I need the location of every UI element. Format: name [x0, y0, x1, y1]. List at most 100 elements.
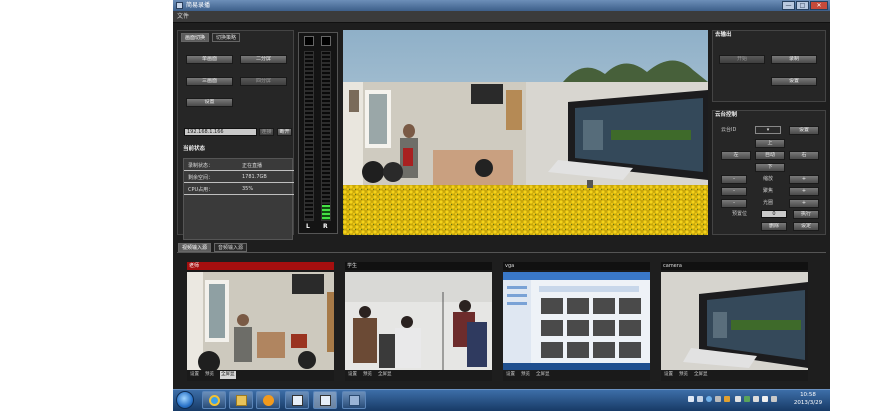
triple-view-button[interactable]: 三画面 [186, 77, 233, 86]
ptz-up-button[interactable]: 上 [755, 139, 785, 148]
window-icon[interactable] [313, 391, 337, 409]
ip-address-input[interactable]: 192.168.1.166 [184, 128, 257, 136]
meter-cap-right [321, 36, 331, 46]
ptz-set-button[interactable]: 设置 [789, 126, 819, 135]
iris-minus-button[interactable]: - [721, 199, 747, 208]
status-title: 当前状态 [183, 146, 206, 152]
meter-cap-left [304, 36, 314, 46]
zoom-plus-button[interactable]: + [789, 175, 819, 184]
source-preview-link[interactable]: 预览 [363, 371, 372, 379]
maximize-button[interactable]: □ [796, 1, 809, 10]
tab-strategy[interactable]: 切换策略 [212, 33, 241, 42]
status-row-record: 录制状态： 正在直播 [184, 159, 294, 171]
source-fullscreen-link[interactable]: 全屏显 [536, 371, 550, 379]
ptz-title: 云台控制 [715, 112, 738, 118]
ptz-auto-button[interactable]: 自动 [755, 151, 785, 160]
app-icon[interactable] [342, 391, 366, 409]
ptz-id-label: 云台ID [721, 127, 737, 133]
single-view-button[interactable]: 单画面 [186, 55, 233, 64]
ptz-right-button[interactable]: 右 [789, 151, 819, 160]
preset-label: 预置位 [732, 211, 748, 217]
source-teacher[interactable]: 老师 设置 预览 全屏显 [187, 262, 334, 381]
tray-icon[interactable] [744, 396, 750, 402]
ptz-id-select[interactable]: ▾ [755, 126, 781, 134]
iris-label: 光圈 [763, 200, 774, 206]
ie-icon[interactable] [202, 391, 226, 409]
tab-layout[interactable]: 画面切换 [181, 33, 210, 42]
bottom-divider [177, 252, 826, 253]
help-icon[interactable] [706, 396, 712, 402]
video-frame-image [343, 30, 708, 235]
focus-minus-button[interactable]: - [721, 187, 747, 196]
record-button[interactable]: 录制 [771, 55, 817, 64]
output-panel: 去输出 开始 录制 设置 [712, 30, 826, 102]
output-title: 去输出 [715, 32, 732, 38]
dual-view-button[interactable]: 二分屏 [240, 55, 287, 64]
source-preview-link[interactable]: 预览 [205, 371, 214, 379]
zoom-label: 缩放 [763, 176, 774, 182]
source-fullscreen-link[interactable]: 全屏显 [220, 371, 236, 379]
tray-icon[interactable] [715, 396, 721, 402]
source-fullscreen-link[interactable]: 全屏显 [378, 371, 392, 379]
iris-plus-button[interactable]: + [789, 199, 819, 208]
clock-date: 2013/3/29 [793, 400, 823, 406]
source-preview [503, 272, 650, 370]
app-icon [176, 2, 183, 9]
window-icon[interactable] [285, 391, 309, 409]
minimize-button[interactable]: — [782, 1, 795, 10]
quad-view-button[interactable]: 四分屏 [240, 77, 287, 86]
layout-settings-button[interactable]: 设置 [186, 98, 233, 107]
language-icon[interactable] [688, 396, 694, 402]
start-button-icon[interactable] [176, 391, 194, 409]
zoom-minus-button[interactable]: - [721, 175, 747, 184]
meter-bar-right [321, 51, 331, 221]
clock-time: 10:58 [800, 392, 816, 398]
system-clock[interactable]: 10:58 2013/3/29 [790, 391, 826, 407]
ptz-left-button[interactable]: 左 [721, 151, 751, 160]
tray-icon[interactable] [771, 396, 777, 402]
focus-plus-button[interactable]: + [789, 187, 819, 196]
network-icon[interactable] [753, 396, 759, 402]
tab-audio-sources[interactable]: 音频输入源 [214, 243, 248, 252]
source-camera[interactable]: camera 设置 预览 全屏显 [661, 262, 808, 381]
audio-level-meter: L R [298, 32, 338, 234]
source-preview [187, 272, 334, 370]
menu-file[interactable]: 文件 [177, 11, 189, 23]
source-settings-link[interactable]: 设置 [664, 371, 673, 379]
source-settings-link[interactable]: 设置 [348, 371, 357, 379]
output-settings-button[interactable]: 设置 [771, 77, 817, 86]
ptz-control-panel: 云台控制 云台ID ▾ 设置 上 左 自动 右 下 - 缩放 + - 聚焦 + … [712, 110, 826, 235]
source-preview [345, 272, 492, 370]
source-fullscreen-link[interactable]: 全屏显 [694, 371, 708, 379]
media-player-icon[interactable] [256, 391, 280, 409]
tray-icon[interactable] [724, 396, 730, 402]
start-output-button[interactable]: 开始 [719, 55, 765, 64]
close-button[interactable]: ✕ [810, 1, 828, 10]
flag-icon[interactable] [735, 396, 741, 402]
ptz-down-button[interactable]: 下 [755, 163, 785, 172]
focus-label: 聚焦 [763, 188, 774, 194]
pip-classroom [343, 82, 526, 185]
folder-icon[interactable] [229, 391, 253, 409]
disconnect-button[interactable]: 断开 [277, 128, 292, 136]
connect-button[interactable]: 连接 [259, 128, 274, 136]
left-panel: 画面切换 切换策略 单画面 二分屏 三画面 四分屏 设置 192.168.1.1… [177, 30, 294, 240]
source-settings-link[interactable]: 设置 [190, 371, 199, 379]
main-video-preview [343, 30, 708, 235]
source-student[interactable]: 学生 设置 预览 全屏显 [345, 262, 492, 381]
title-bar: 简易录播 — □ ✕ [173, 0, 830, 11]
preset-delete-button[interactable]: 删除 [761, 222, 787, 231]
source-title: 学生 [345, 262, 492, 270]
preset-save-button[interactable]: 设定 [793, 222, 819, 231]
recorder-window: 简易录播 — □ ✕ 文件 画面切换 切换策略 单画面 二分屏 三画面 四分屏 … [173, 0, 830, 411]
preset-input[interactable]: 0 [761, 210, 787, 218]
tab-video-sources[interactable]: 视频输入源 [178, 243, 212, 252]
source-vga[interactable]: vga 设置 预览 全屏显 [503, 262, 650, 381]
source-settings-link[interactable]: 设置 [506, 371, 515, 379]
preset-execute-button[interactable]: 执行 [793, 210, 819, 219]
source-preview-link[interactable]: 预览 [679, 371, 688, 379]
volume-icon[interactable] [762, 396, 768, 402]
source-preview-link[interactable]: 预览 [521, 371, 530, 379]
keyboard-icon[interactable] [697, 396, 703, 402]
source-preview [661, 272, 808, 370]
